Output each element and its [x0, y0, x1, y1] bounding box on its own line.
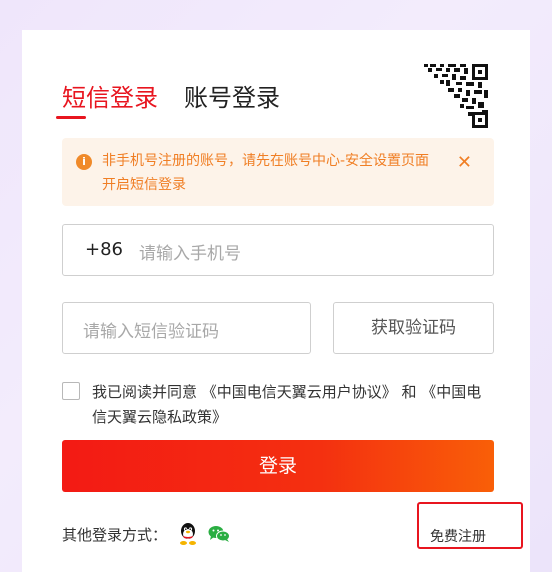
qr-code-login-icon[interactable]	[420, 62, 492, 130]
agreement-checkbox[interactable]	[62, 382, 80, 400]
sms-code-placeholder: 请输入短信验证码	[83, 322, 219, 342]
login-tabs: 短信登录 账号登录	[62, 82, 280, 114]
notice-banner: i 非手机号注册的账号，请先在账号中心-安全设置页面开启短信登录 ✕	[62, 138, 494, 206]
tab-sms-login[interactable]: 短信登录	[62, 82, 158, 114]
login-button[interactable]: 登录	[62, 440, 494, 492]
wechat-icon[interactable]	[208, 525, 230, 543]
info-icon: i	[76, 154, 92, 170]
highlight-box	[417, 502, 523, 549]
active-tab-indicator	[56, 116, 86, 119]
agreement-text[interactable]: 我已阅读并同意 《中国电信天翼云用户协议》 和 《中国电信天翼云隐私政策》	[92, 380, 492, 430]
notice-text: 非手机号注册的账号，请先在账号中心-安全设置页面开启短信登录	[102, 153, 430, 193]
phone-placeholder: 请输入手机号	[139, 244, 241, 264]
country-code[interactable]: +86	[85, 239, 123, 260]
qq-icon[interactable]	[178, 522, 198, 546]
close-icon[interactable]: ✕	[457, 152, 472, 173]
phone-input[interactable]: +86 请输入手机号	[62, 224, 494, 276]
get-code-button[interactable]: 获取验证码	[333, 302, 494, 354]
sms-code-input[interactable]: 请输入短信验证码	[62, 302, 311, 354]
other-login-label: 其他登录方式：	[62, 526, 168, 544]
login-card: 短信登录 账号登录 i 非手机号注册的账号，请先在账号中心-安全设置页面开启短信…	[22, 30, 530, 572]
tab-account-login[interactable]: 账号登录	[184, 82, 280, 114]
